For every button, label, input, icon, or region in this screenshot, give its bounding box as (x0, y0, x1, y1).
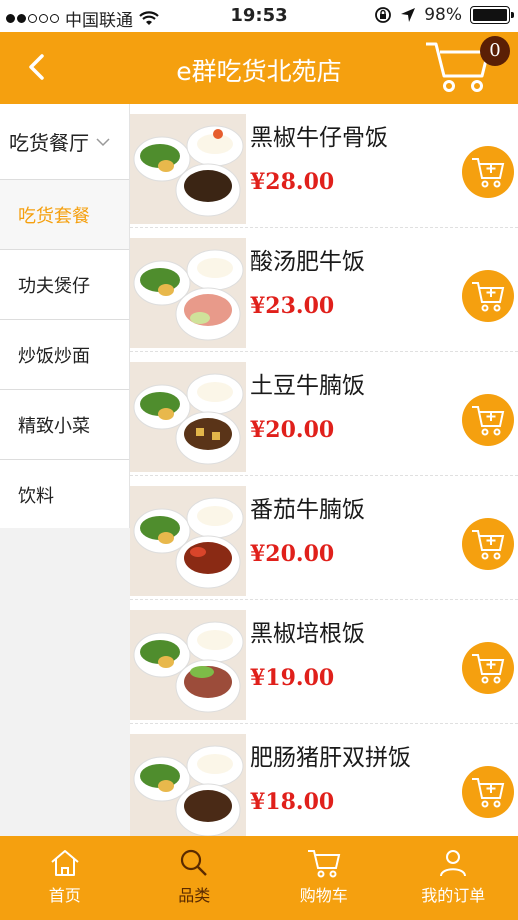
dish-image (130, 238, 246, 348)
dish-image (130, 114, 246, 224)
sidebar-item-label: 功夫煲仔 (18, 275, 90, 297)
sidebar-item-fried-rice-noodles[interactable]: 炒饭炒面 (0, 320, 129, 390)
add-cart-icon (472, 406, 505, 436)
sidebar-item-claypot[interactable]: 功夫煲仔 (0, 250, 129, 320)
dish-name: 黑椒培根饭 (250, 621, 365, 647)
cart-icon (307, 850, 341, 878)
add-cart-icon (472, 654, 505, 684)
header-bar: e群吃货北苑店 0 (0, 32, 518, 104)
sidebar-item-combo[interactable]: 吃货套餐 (0, 180, 129, 250)
dish-price: ¥20.00 (250, 417, 335, 443)
dish-image (130, 610, 246, 720)
dish-image (130, 486, 246, 596)
tab-my-orders[interactable]: 我的订单 (389, 836, 518, 920)
add-to-cart-button[interactable] (462, 766, 514, 818)
cart-count-badge: 0 (480, 36, 510, 66)
tab-label: 购物车 (299, 886, 348, 905)
dish-image (130, 362, 246, 472)
add-to-cart-button[interactable] (462, 270, 514, 322)
dish-price: ¥19.00 (250, 665, 335, 691)
dish-price: ¥18.00 (250, 789, 335, 815)
location-icon (401, 8, 416, 22)
list-item[interactable]: 肥肠猪肝双拼饭 ¥18.00 (130, 724, 518, 836)
status-bar: 中国联通 19:53 98% (0, 0, 518, 32)
dish-image (130, 734, 246, 836)
list-item[interactable]: 黑椒牛仔骨饭 ¥28.00 (130, 104, 518, 228)
chevron-down-icon (96, 137, 110, 146)
battery-percent: 98% (424, 5, 462, 25)
status-right: 98% (374, 5, 514, 25)
tab-label: 我的订单 (421, 886, 486, 905)
rotation-lock-icon (375, 7, 392, 23)
dish-name: 酸汤肥牛饭 (250, 249, 365, 275)
user-icon (440, 850, 467, 877)
sidebar-item-side-dishes[interactable]: 精致小菜 (0, 390, 129, 460)
add-to-cart-button[interactable] (462, 518, 514, 570)
bottom-tab-bar: 首页 品类 购物车 我的订单 (0, 836, 518, 920)
dish-name: 土豆牛腩饭 (250, 373, 365, 399)
tab-cart[interactable]: 购物车 (259, 836, 389, 920)
sidebar-item-label: 吃货套餐 (18, 205, 90, 227)
sidebar-empty-area (0, 528, 130, 836)
add-cart-icon (472, 530, 505, 560)
add-to-cart-button[interactable] (462, 642, 514, 694)
dish-name: 番茄牛腩饭 (250, 497, 365, 523)
tab-home[interactable]: 首页 (0, 836, 130, 920)
dish-price: ¥28.00 (250, 169, 335, 195)
sidebar-item-drinks[interactable]: 饮料 (0, 460, 129, 530)
add-to-cart-button[interactable] (462, 146, 514, 198)
sidebar-item-label: 精致小菜 (18, 415, 90, 437)
dish-name: 黑椒牛仔骨饭 (250, 125, 388, 151)
restaurant-dropdown[interactable]: 吃货餐厅 (0, 104, 129, 180)
battery-icon (470, 6, 514, 24)
add-cart-icon (472, 778, 505, 808)
add-cart-icon (472, 158, 505, 188)
tab-label: 首页 (48, 886, 81, 905)
sidebar-item-label: 炒饭炒面 (18, 345, 90, 367)
restaurant-label: 吃货餐厅 (9, 131, 89, 155)
add-cart-icon (472, 282, 505, 312)
dish-name: 肥肠猪肝双拼饭 (250, 745, 411, 771)
category-sidebar: 吃货餐厅 吃货套餐 功夫煲仔 炒饭炒面 精致小菜 饮料 (0, 104, 130, 836)
product-list[interactable]: 黑椒牛仔骨饭 ¥28.00 酸汤肥牛饭 ¥23.00 土豆牛腩饭 ¥20.00 … (130, 104, 518, 836)
list-item[interactable]: 土豆牛腩饭 ¥20.00 (130, 352, 518, 476)
dish-price: ¥20.00 (250, 541, 335, 567)
home-icon (51, 850, 79, 876)
tab-label: 品类 (178, 886, 211, 905)
dish-price: ¥23.00 (250, 293, 335, 319)
list-item[interactable]: 黑椒培根饭 ¥19.00 (130, 600, 518, 724)
tab-category[interactable]: 品类 (130, 836, 260, 920)
add-to-cart-button[interactable] (462, 394, 514, 446)
list-item[interactable]: 番茄牛腩饭 ¥20.00 (130, 476, 518, 600)
search-icon (181, 849, 208, 876)
sidebar-item-label: 饮料 (18, 485, 54, 507)
list-item[interactable]: 酸汤肥牛饭 ¥23.00 (130, 228, 518, 352)
